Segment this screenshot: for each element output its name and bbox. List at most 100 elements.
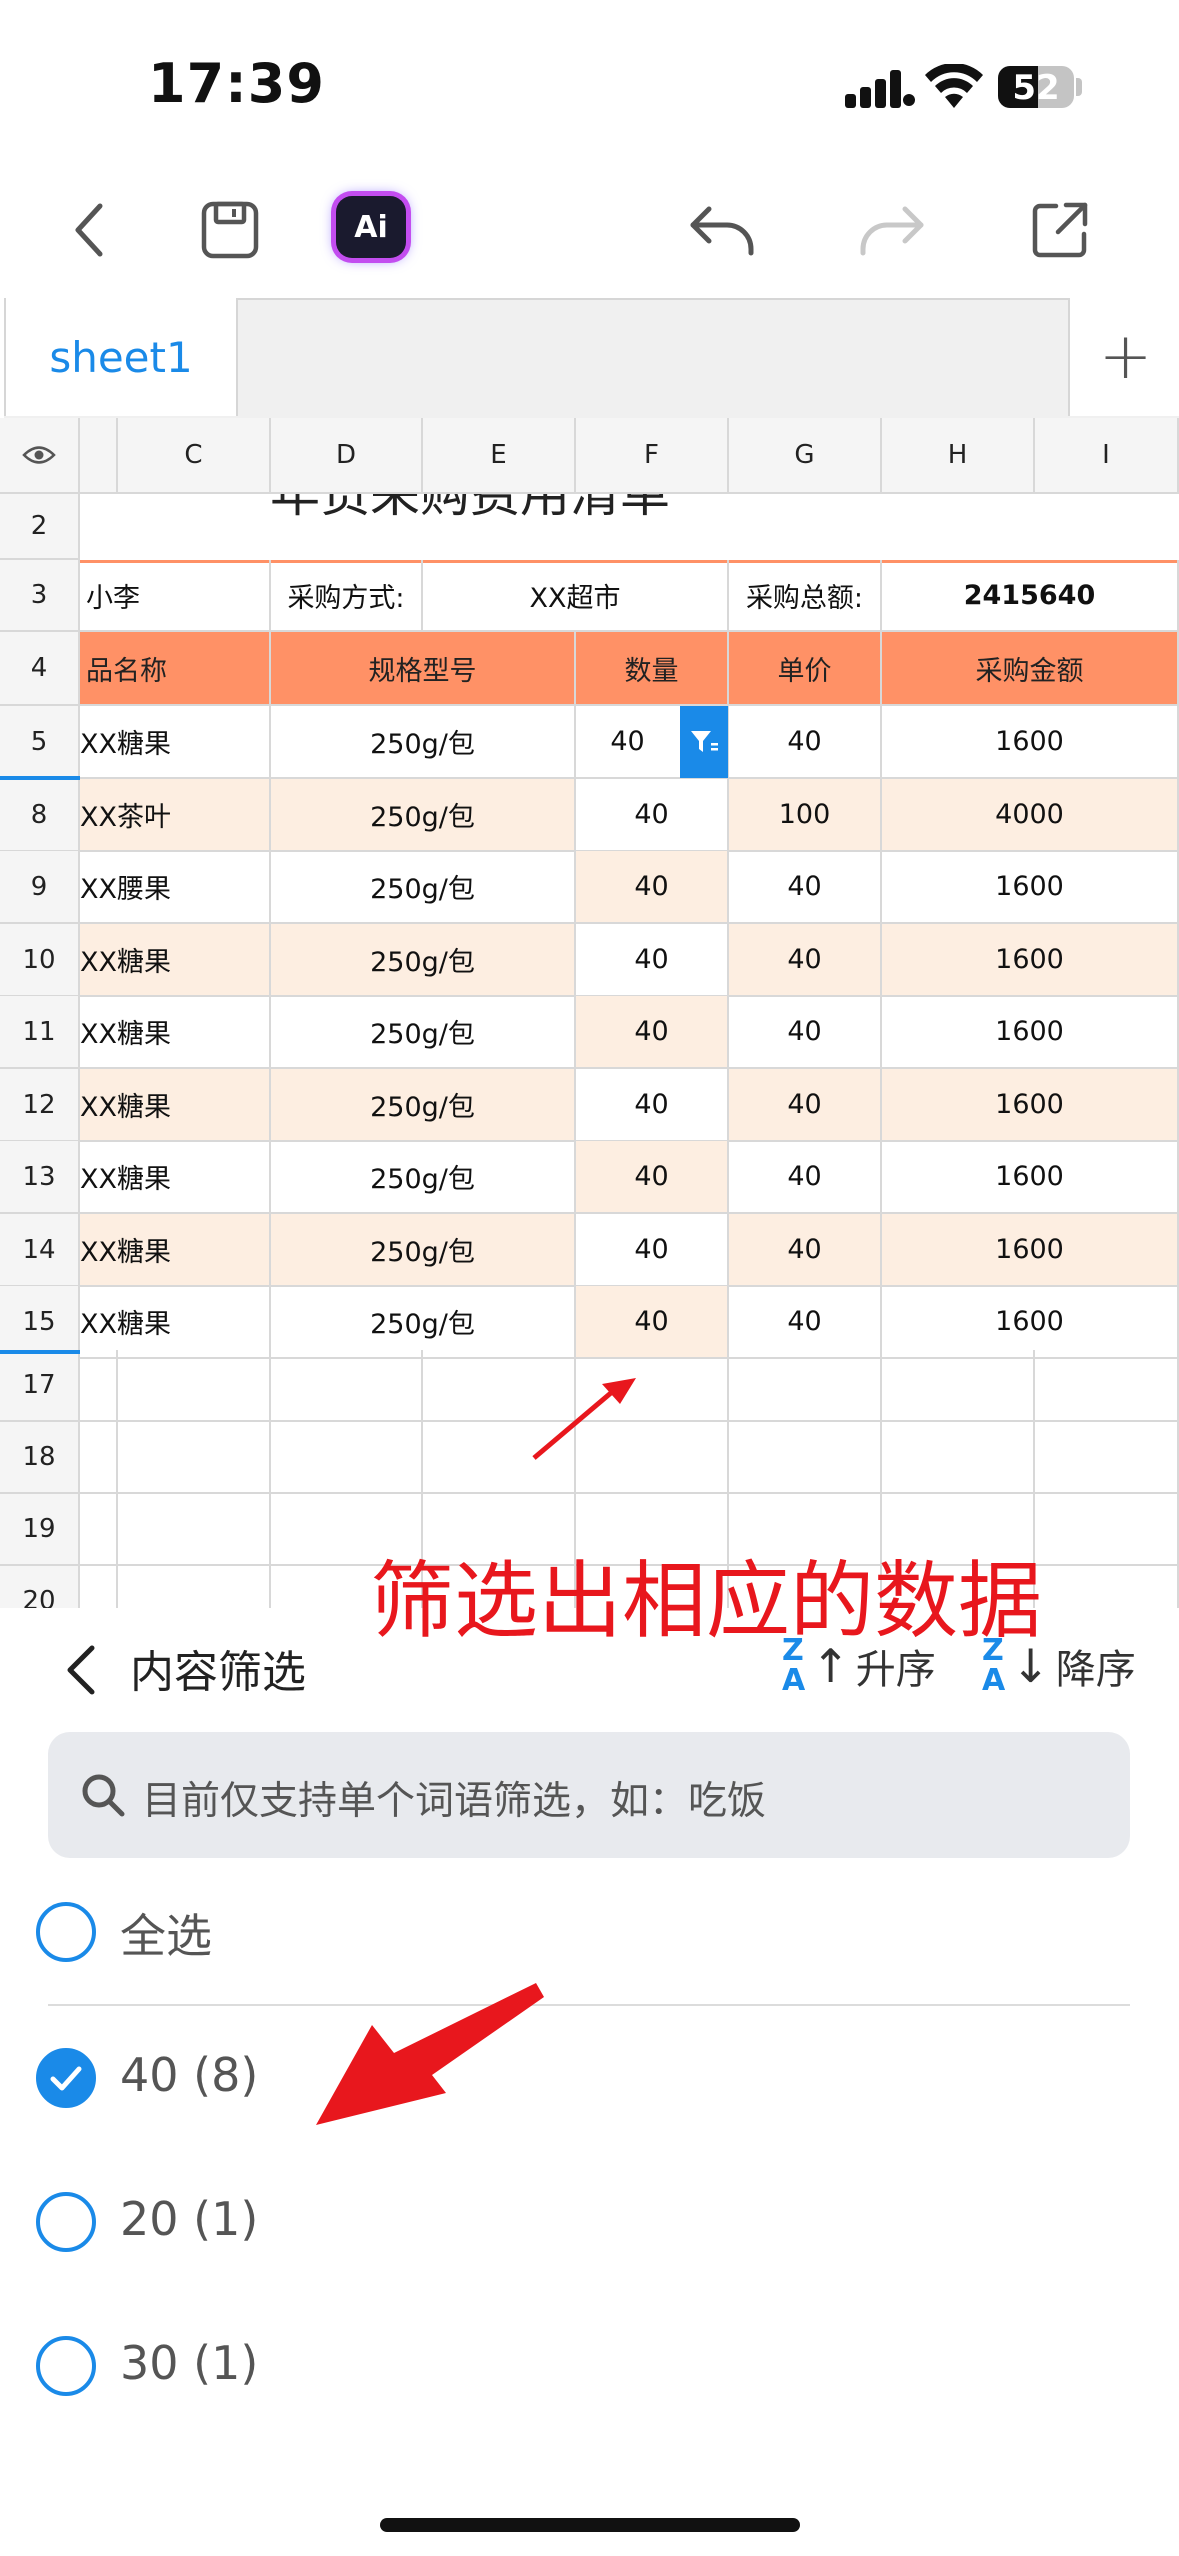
header-product-name[interactable]: 品名称 xyxy=(80,632,271,706)
row-header[interactable]: 8 xyxy=(0,779,80,852)
quantity-cell[interactable]: 40 xyxy=(576,851,729,924)
empty-cell[interactable] xyxy=(1035,1494,1179,1566)
unit-price-cell[interactable]: 40 xyxy=(729,924,882,997)
header-amount[interactable]: 采购金额 xyxy=(882,632,1179,706)
spec-cell[interactable]: 250g/包 xyxy=(271,924,576,997)
share-button[interactable] xyxy=(1020,190,1100,270)
amount-cell[interactable]: 1600 xyxy=(882,706,1179,779)
header-quantity[interactable]: 数量 xyxy=(576,632,729,706)
row-header[interactable]: 17 xyxy=(0,1350,80,1422)
empty-cell[interactable] xyxy=(80,1422,118,1494)
unit-price-cell[interactable]: 40 xyxy=(729,1214,882,1287)
option-40-label[interactable]: 40 (8) xyxy=(120,2048,258,2102)
empty-cell[interactable] xyxy=(729,1422,882,1494)
row-header[interactable]: 2 xyxy=(0,494,80,560)
column-header-i[interactable]: I xyxy=(1035,418,1179,494)
product-name-cell[interactable]: XX糖果 xyxy=(80,1069,271,1142)
empty-cell[interactable] xyxy=(1035,1350,1179,1422)
quantity-cell[interactable]: 40 xyxy=(576,924,729,997)
spec-cell[interactable]: 250g/包 xyxy=(271,1069,576,1142)
column-header-b[interactable] xyxy=(80,418,118,494)
quantity-cell[interactable]: 40 xyxy=(576,996,729,1069)
amount-cell[interactable]: 1600 xyxy=(882,924,1179,997)
row-header[interactable]: 18 xyxy=(0,1422,80,1494)
empty-cell[interactable] xyxy=(118,1422,271,1494)
unit-price-cell[interactable]: 40 xyxy=(729,706,882,779)
row-header[interactable]: 10 xyxy=(0,924,80,997)
product-name-cell[interactable]: XX糖果 xyxy=(80,1286,271,1359)
buyer-cell[interactable]: 小李 xyxy=(80,560,271,632)
row-header[interactable]: 19 xyxy=(0,1494,80,1566)
amount-cell[interactable]: 1600 xyxy=(882,1141,1179,1214)
row-header[interactable]: 11 xyxy=(0,996,80,1069)
unit-price-cell[interactable]: 100 xyxy=(729,779,882,852)
amount-cell[interactable]: 1600 xyxy=(882,1286,1179,1359)
column-header-c[interactable]: C xyxy=(118,418,271,494)
quantity-cell[interactable]: 40 xyxy=(576,1141,729,1214)
select-all-radio[interactable] xyxy=(36,1902,96,1962)
product-name-cell[interactable]: XX糖果 xyxy=(80,924,271,997)
add-sheet-button[interactable]: + xyxy=(1068,298,1179,416)
quantity-cell[interactable]: 40 xyxy=(576,1214,729,1287)
column-header-h[interactable]: H xyxy=(882,418,1035,494)
row-header[interactable]: 13 xyxy=(0,1141,80,1214)
empty-cell[interactable] xyxy=(271,1350,423,1422)
amount-cell[interactable]: 1600 xyxy=(882,851,1179,924)
sheet-tab-sheet1[interactable]: sheet1 xyxy=(4,298,238,416)
unit-price-cell[interactable]: 40 xyxy=(729,1286,882,1359)
column-header-e[interactable]: E xyxy=(423,418,576,494)
spec-cell[interactable]: 250g/包 xyxy=(271,1286,576,1359)
redo-button[interactable] xyxy=(852,190,932,270)
product-name-cell[interactable]: XX糖果 xyxy=(80,706,271,779)
option-30-label[interactable]: 30 (1) xyxy=(120,2336,258,2390)
unit-price-cell[interactable]: 40 xyxy=(729,1069,882,1142)
spec-cell[interactable]: 250g/包 xyxy=(271,779,576,852)
column-header-f[interactable]: F xyxy=(576,418,729,494)
row-header[interactable]: 15 xyxy=(0,1286,80,1359)
select-all-label[interactable]: 全选 xyxy=(120,1900,212,1966)
column-header-g[interactable]: G xyxy=(729,418,882,494)
product-name-cell[interactable]: XX糖果 xyxy=(80,1214,271,1287)
quantity-cell[interactable]: 40 xyxy=(576,779,729,852)
product-name-cell[interactable]: XX糖果 xyxy=(80,1141,271,1214)
empty-cell[interactable] xyxy=(729,1350,882,1422)
ai-icon[interactable]: Ai xyxy=(336,196,406,258)
unit-price-cell[interactable]: 40 xyxy=(729,851,882,924)
empty-cell[interactable] xyxy=(271,1422,423,1494)
header-unit-price[interactable]: 单价 xyxy=(729,632,882,706)
row-header[interactable]: 9 xyxy=(0,851,80,924)
panel-back-icon[interactable] xyxy=(58,1640,108,1700)
product-name-cell[interactable]: XX茶叶 xyxy=(80,779,271,852)
quantity-cell[interactable]: 40 xyxy=(576,1069,729,1142)
visibility-toggle[interactable] xyxy=(0,418,80,494)
amount-cell[interactable]: 4000 xyxy=(882,779,1179,852)
option-20-label[interactable]: 20 (1) xyxy=(120,2192,258,2246)
empty-cell[interactable] xyxy=(1035,1422,1179,1494)
option-30-checkbox[interactable] xyxy=(36,2336,96,2396)
amount-cell[interactable]: 1600 xyxy=(882,1214,1179,1287)
total-value-cell[interactable]: 2415640 xyxy=(882,560,1179,632)
row-header[interactable]: 3 xyxy=(0,560,80,632)
column-header-d[interactable]: D xyxy=(271,418,423,494)
method-label-cell[interactable]: 采购方式: xyxy=(271,560,423,632)
spec-cell[interactable]: 250g/包 xyxy=(271,851,576,924)
total-label-cell[interactable]: 采购总额: xyxy=(729,560,882,632)
column-filter-button[interactable] xyxy=(680,706,728,778)
empty-cell[interactable] xyxy=(882,1422,1035,1494)
method-value-cell[interactable]: XX超市 xyxy=(423,560,729,632)
product-name-cell[interactable]: XX糖果 xyxy=(80,996,271,1069)
spec-cell[interactable]: 250g/包 xyxy=(271,1141,576,1214)
sort-descending-button[interactable]: ZA ↓ 降序 xyxy=(982,1636,1136,1696)
row-header[interactable]: 4 xyxy=(0,632,80,706)
row-header[interactable]: 12 xyxy=(0,1069,80,1142)
row-header[interactable]: 5 xyxy=(0,706,80,779)
amount-cell[interactable]: 1600 xyxy=(882,1069,1179,1142)
product-name-cell[interactable]: XX腰果 xyxy=(80,851,271,924)
back-button[interactable] xyxy=(50,190,130,270)
save-button[interactable] xyxy=(190,190,270,270)
spec-cell[interactable]: 250g/包 xyxy=(271,996,576,1069)
empty-cell[interactable] xyxy=(118,1494,271,1566)
option-20-checkbox[interactable] xyxy=(36,2192,96,2252)
option-40-checkbox[interactable] xyxy=(36,2048,96,2108)
header-spec[interactable]: 规格型号 xyxy=(271,632,576,706)
